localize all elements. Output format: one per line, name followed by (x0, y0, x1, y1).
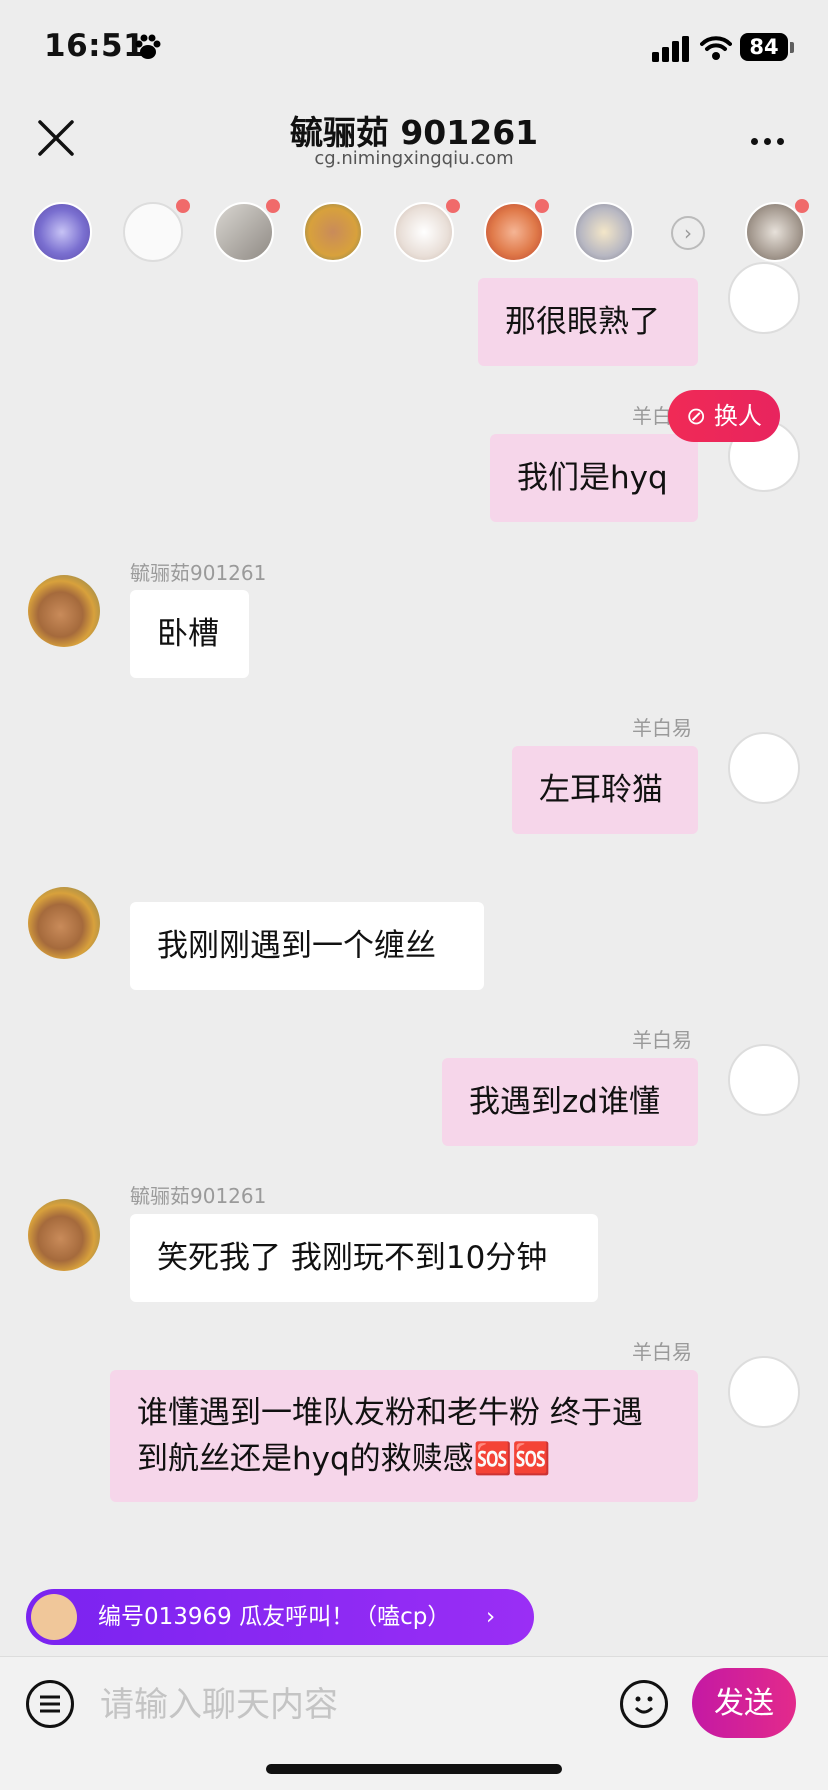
planet-avatar[interactable] (32, 202, 92, 262)
avatar[interactable] (728, 1044, 800, 1116)
strip-avatar-5[interactable] (484, 202, 544, 262)
message-bubble: 我刚刚遇到一个缠丝 (130, 902, 484, 990)
swap-person-button[interactable]: ⊘ 换人 (668, 390, 780, 442)
status-time: 16:51 (44, 28, 146, 64)
more-options-icon[interactable] (748, 130, 792, 145)
swap-icon: ⊘ (686, 402, 714, 430)
chevron-right-icon: › (486, 1604, 496, 1630)
sender-name: 毓骊茹901261 (130, 1184, 267, 1208)
wifi-icon (700, 36, 732, 60)
message-bubble: 卧槽 (130, 590, 249, 678)
menu-icon[interactable] (26, 1680, 74, 1728)
strip-unread-dot (795, 199, 809, 213)
sender-name: 羊白易 (632, 1028, 692, 1052)
strip-unread-dot (535, 199, 549, 213)
strip-unread-dot (446, 199, 460, 213)
message-bubble: 那很眼熟了 (478, 278, 698, 366)
strip-avatar-6[interactable] (574, 202, 634, 262)
sender-name: 毓骊茹901261 (130, 561, 267, 585)
battery-cap (790, 42, 794, 53)
message-bubble: 我遇到zd谁懂 (442, 1058, 698, 1146)
banner-text: 编号013969 瓜友呼叫！（嗑cp） (98, 1604, 451, 1630)
message-bubble: 我们是hyq (490, 434, 698, 522)
strip-avatar-7[interactable] (745, 202, 805, 262)
avatar[interactable] (28, 1199, 100, 1271)
battery-indicator: 84 (740, 33, 788, 61)
avatar[interactable] (728, 1356, 800, 1428)
banner-avatar (31, 1594, 77, 1640)
call-banner[interactable]: 编号013969 瓜友呼叫！（嗑cp） › (26, 1589, 534, 1645)
swap-label: 换人 (713, 402, 762, 430)
message-bubble: 笑死我了 我刚玩不到10分钟 (130, 1214, 598, 1302)
sender-name: 羊白易 (632, 716, 692, 740)
avatar[interactable] (728, 262, 800, 334)
strip-unread-dot (176, 199, 190, 213)
strip-unread-dot (266, 199, 280, 213)
strip-next-icon[interactable]: › (671, 216, 705, 250)
strip-avatar-1[interactable] (123, 202, 183, 262)
chat-subtitle: cg.nimingxingqiu.com (314, 148, 514, 169)
strip-avatar-4[interactable] (394, 202, 454, 262)
chat-input[interactable] (98, 1674, 602, 1736)
strip-avatar-2[interactable] (214, 202, 274, 262)
strip-avatar-3[interactable] (303, 202, 363, 262)
send-button[interactable]: 发送 (692, 1668, 796, 1738)
message-bubble: 左耳聆猫 (512, 746, 698, 834)
avatar[interactable] (28, 887, 100, 959)
home-indicator (266, 1764, 562, 1774)
emoji-icon[interactable] (620, 1680, 668, 1728)
message-bubble: 谁懂遇到一堆队友粉和老牛粉 终于遇到航丝还是hyq的救赎感🆘🆘 (110, 1370, 698, 1502)
avatar[interactable] (728, 732, 800, 804)
avatar[interactable] (28, 575, 100, 647)
sender-name: 羊白易 (632, 1340, 692, 1364)
cellular-signal-icon (652, 36, 689, 62)
paw-icon (135, 34, 161, 59)
chat-title: 毓骊茹 901261 (289, 113, 539, 152)
